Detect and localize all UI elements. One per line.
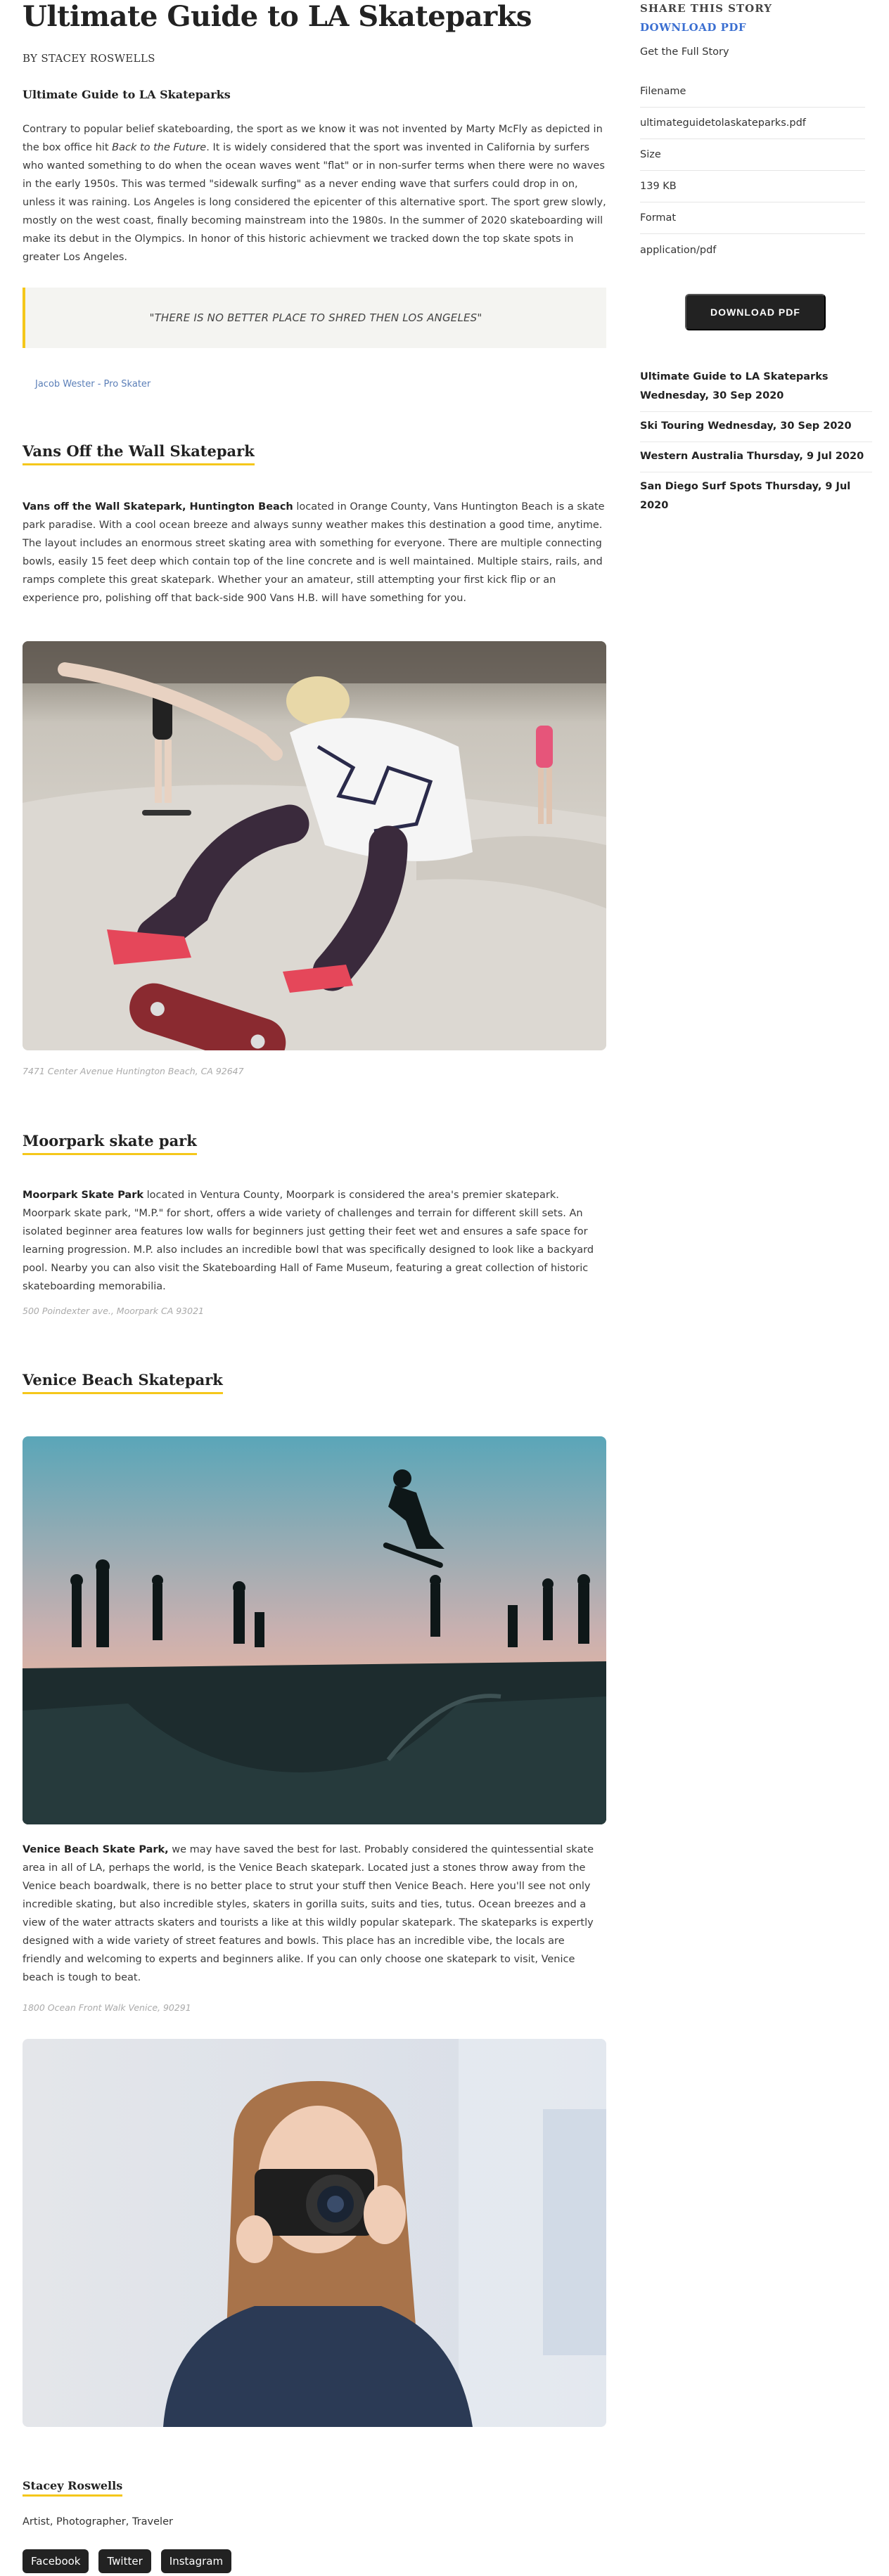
instagram-button[interactable]: Instagram (160, 2549, 232, 2573)
author-bio: Artist, Photographer, Traveler (23, 2516, 173, 2527)
related-story-link[interactable]: Western Australia Thursday, 9 Jul 2020 (640, 442, 872, 472)
caption-vans: 7471 Center Avenue Huntington Beach, CA … (23, 1066, 244, 1076)
section-paragraph-moorpark: Moorpark Skate Park located in Ventura C… (23, 1190, 594, 1292)
share-title: SHARE THIS STORY (640, 2, 772, 15)
section-paragraph-vans: Vans off the Wall Skatepark, Huntington … (23, 501, 605, 604)
skater-kickflip-photo (23, 641, 606, 1050)
related-story-link[interactable]: Ultimate Guide to LA Skateparks Wednesda… (640, 363, 872, 412)
file-meta-list: Filename ultimateguidetolaskateparks.pdf… (640, 76, 865, 266)
article-title: Ultimate Guide to LA Skateparks (23, 0, 532, 33)
meta-size-label: Size (640, 139, 865, 171)
download-pdf-link[interactable]: DOWNLOAD PDF (640, 21, 746, 34)
section-heading-venice: Venice Beach Skatepark (23, 1371, 223, 1394)
meta-format-value: application/pdf (640, 244, 717, 256)
social-links: Facebook Twitter Instagram (23, 2549, 232, 2573)
section-heading-vans: Vans Off the Wall Skatepark (23, 442, 255, 465)
photographer-portrait-photo (23, 2039, 606, 2427)
caption-venice: 1800 Ocean Front Walk Venice, 90291 (23, 2002, 191, 2013)
author-name: Stacey Roswells (23, 2479, 123, 2497)
related-stories: Ultimate Guide to LA Skateparks Wednesda… (640, 363, 872, 521)
movie-title: Back to the Future (112, 142, 207, 153)
related-story-link[interactable]: San Diego Surf Spots Thursday, 9 Jul 202… (640, 472, 872, 521)
intro-paragraph: Contrary to popular belief skateboarding… (23, 124, 606, 263)
full-story-label: Get the Full Story (640, 46, 729, 58)
venice-sunset-photo (23, 1436, 606, 1824)
caption-moorpark: 500 Poindexter ave., Moorpark CA 93021 (23, 1306, 204, 1316)
section-paragraph-venice: Venice Beach Skate Park, we may have sav… (23, 1844, 594, 1983)
meta-filename-label: Filename (640, 76, 865, 108)
facebook-button[interactable]: Facebook (23, 2549, 89, 2573)
meta-size-value: 139 KB (640, 171, 865, 202)
twitter-button[interactable]: Twitter (98, 2549, 151, 2573)
quote-author-link[interactable]: Jacob Wester - Pro Skater (35, 379, 151, 389)
download-pdf-button[interactable]: DOWNLOAD PDF (685, 294, 826, 330)
pull-quote: "THERE IS NO BETTER PLACE TO SHRED THEN … (23, 288, 606, 348)
related-story-link[interactable]: Ski Touring Wednesday, 30 Sep 2020 (640, 412, 872, 442)
byline: BY STACEY ROSWELLS (23, 52, 155, 65)
meta-format-label: Format (640, 202, 865, 234)
quote-text: "THERE IS NO BETTER PLACE TO SHRED THEN … (149, 311, 482, 324)
article-subtitle: Ultimate Guide to LA Skateparks (23, 88, 231, 101)
section-heading-moorpark: Moorpark skate park (23, 1132, 197, 1155)
meta-filename-value: ultimateguidetolaskateparks.pdf (640, 108, 865, 139)
